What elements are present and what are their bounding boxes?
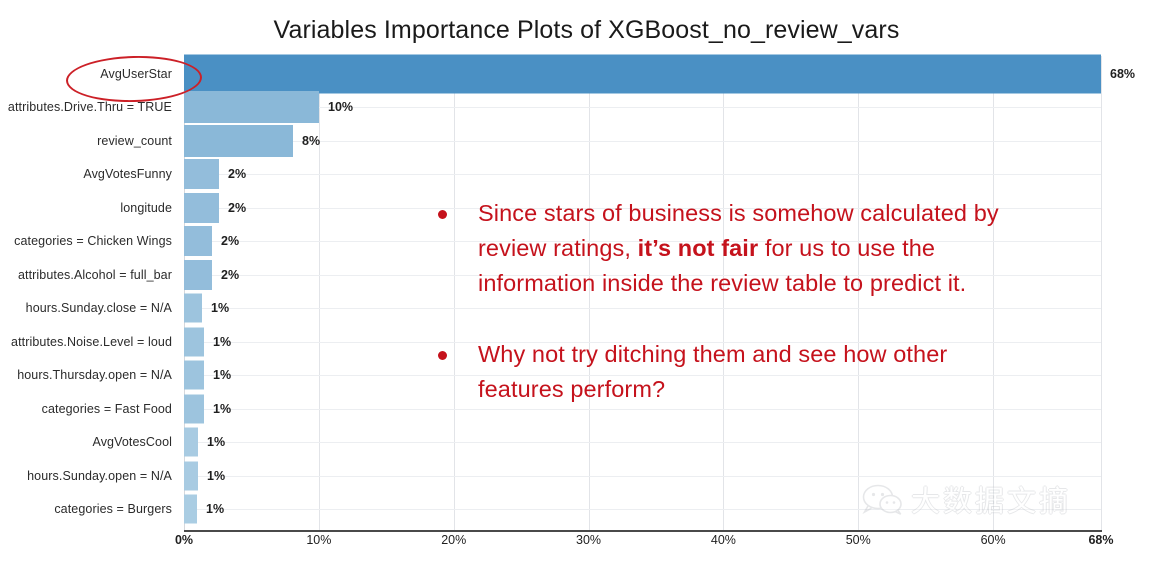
annotation-emphasis: it’s not fair — [637, 235, 759, 261]
bullet-dot-icon — [438, 210, 447, 219]
bar-row: AvgVotesFunny 2% — [0, 158, 1173, 192]
annotation-bullet: Why not try ditching them and see how ot… — [432, 337, 1022, 407]
slide-canvas: Variables Importance Plots of XGBoost_no… — [0, 0, 1173, 566]
bar — [184, 54, 1101, 94]
bar-row: review_count 8% — [0, 124, 1173, 158]
annotation-text: Why not try ditching them and see how ot… — [478, 341, 947, 402]
bar — [184, 427, 198, 457]
bar — [184, 360, 204, 390]
x-axis-line — [184, 530, 1102, 532]
bar-value-label: 68% — [1110, 66, 1136, 81]
bar-value-label: 1% — [213, 401, 232, 416]
bar — [184, 124, 293, 157]
x-axis-tick: 30% — [576, 533, 602, 547]
bar-value-label: 1% — [213, 368, 232, 383]
bar — [184, 91, 319, 124]
x-axis-tick: 50% — [845, 533, 871, 547]
bar-value-label: 1% — [206, 502, 225, 517]
bar-category-label: AvgVotesCool — [92, 435, 172, 450]
x-axis-tick: 10% — [306, 533, 332, 547]
bar — [184, 327, 204, 357]
bar-value-label: 10% — [328, 100, 354, 115]
x-axis-tick: 60% — [980, 533, 1006, 547]
bar — [184, 226, 212, 257]
bar-value-label: 8% — [302, 133, 321, 148]
bar-value-label: 1% — [211, 301, 230, 316]
bar-category-label: hours.Sunday.close = N/A — [25, 301, 172, 316]
bar — [184, 259, 212, 290]
annotation-list: Since stars of business is somehow calcu… — [432, 196, 1022, 407]
bar-category-label: categories = Burgers — [54, 502, 172, 517]
bar — [184, 159, 219, 190]
bar-category-label: review_count — [97, 133, 172, 148]
bar-category-label: AvgVotesFunny — [83, 167, 172, 182]
bar-value-label: 2% — [228, 200, 247, 215]
chart-title: Variables Importance Plots of XGBoost_no… — [273, 16, 900, 44]
bar-category-label: hours.Sunday.open = N/A — [27, 468, 172, 483]
bar-category-label: attributes.Noise.Level = loud — [11, 334, 172, 349]
x-axis-tick: 40% — [710, 533, 736, 547]
x-axis-tick: 20% — [441, 533, 467, 547]
bullet-dot-icon — [438, 351, 447, 360]
bar — [184, 394, 204, 424]
bar-row: AvgVotesCool 1% — [0, 426, 1173, 460]
bar-value-label: 2% — [221, 267, 240, 282]
bar-value-label: 1% — [207, 435, 226, 450]
annotation-bullet: Since stars of business is somehow calcu… — [432, 196, 1022, 301]
bar — [184, 461, 198, 491]
bar-category-label: attributes.Alcohol = full_bar — [17, 267, 172, 282]
bar — [184, 293, 202, 323]
bar-value-label: 1% — [213, 334, 232, 349]
x-axis-tick: 0% — [174, 533, 194, 547]
annotation-text: Since stars of business is somehow calcu… — [478, 200, 999, 296]
bar-value-label: 2% — [221, 234, 240, 249]
bar-category-label: hours.Thursday.open = N/A — [17, 368, 172, 383]
bar-row: hours.Sunday.open = N/A 1% — [0, 459, 1173, 493]
bar-category-label: categories = Chicken Wings — [14, 234, 172, 249]
x-axis-tick: 68% — [1088, 533, 1114, 547]
bar-category-label: longitude — [120, 200, 172, 215]
bar-value-label: 2% — [228, 167, 247, 182]
bar-category-label: categories = Fast Food — [41, 401, 172, 416]
bar-row: categories = Burgers 1% — [0, 493, 1173, 527]
bar — [184, 192, 219, 223]
bar — [184, 494, 197, 524]
bar-value-label: 1% — [207, 468, 226, 483]
bar-category-label: attributes.Drive.Thru = TRUE — [7, 100, 172, 115]
annotation-segment: Why not try ditching them and see how ot… — [478, 341, 948, 402]
